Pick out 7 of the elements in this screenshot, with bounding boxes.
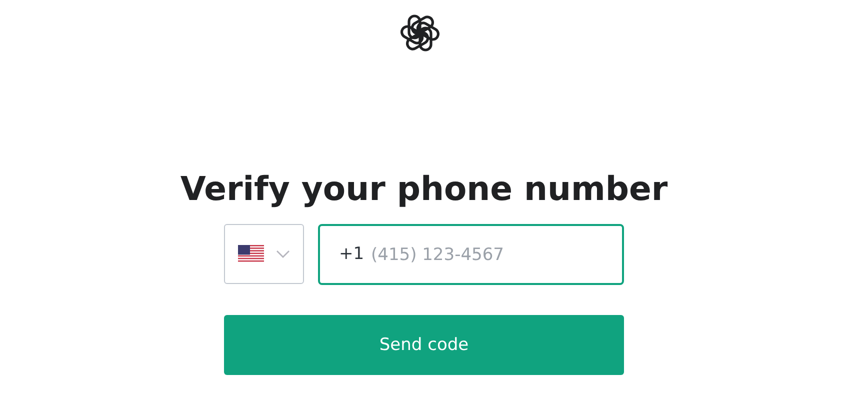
country-select[interactable] xyxy=(224,224,304,284)
page-heading: Verify your phone number xyxy=(180,168,668,210)
send-code-button[interactable]: Send code xyxy=(224,315,624,375)
chevron-down-icon xyxy=(276,250,290,258)
logo-icon xyxy=(400,13,440,53)
flag-icon xyxy=(238,245,264,263)
country-code: +1 xyxy=(339,244,364,264)
